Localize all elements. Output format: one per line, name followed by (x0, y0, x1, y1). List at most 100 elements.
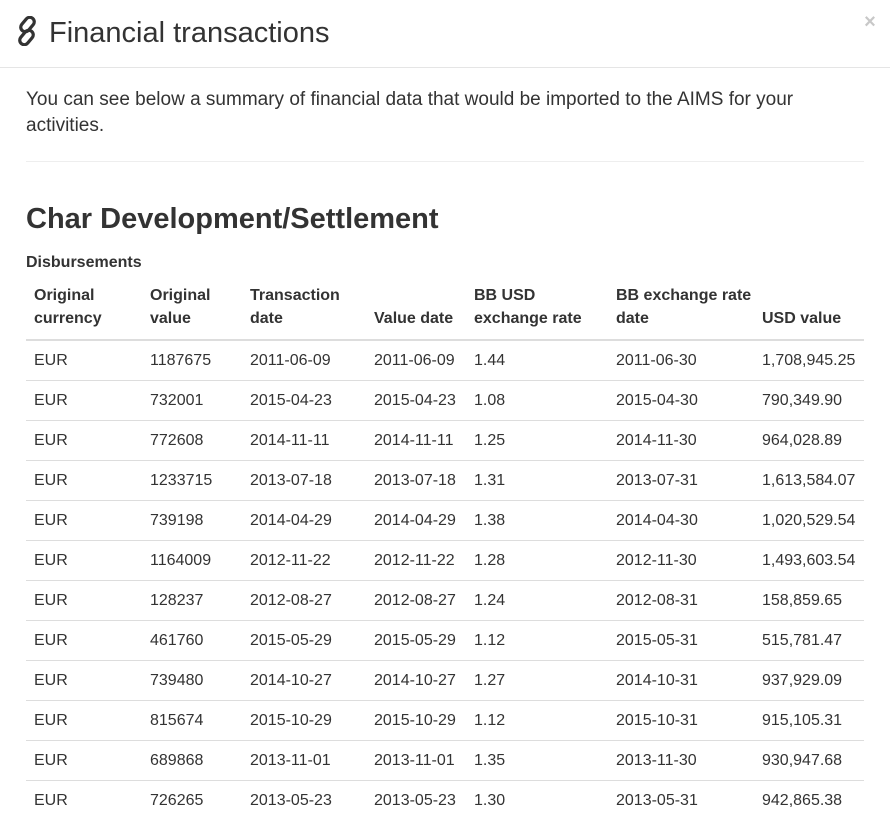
cell-transaction-date: 2015-05-29 (242, 620, 366, 661)
cell-original-currency: EUR (34, 352, 68, 369)
cell-value-date: 2014-04-29 (366, 500, 466, 541)
cell-bb-exchange-rate-date: 2013-07-31 (608, 460, 754, 501)
cell-usd-value: 1,020,529.54 (754, 500, 864, 541)
cell-transaction-date: 2012-08-27 (242, 580, 366, 621)
column-header-transaction-date: Transaction date (242, 281, 366, 341)
cell-bb-usd-exchange-rate: 1.25 (466, 420, 608, 461)
cell-value-date: 2013-05-23 (366, 780, 466, 820)
cell-bb-usd-exchange-rate: 1.12 (466, 620, 608, 661)
cell-original-value: 128237 (142, 580, 242, 621)
table-header: Original currency Original value Transac… (26, 281, 864, 341)
cell-original-currency: EUR (26, 500, 142, 541)
cell-bb-usd-exchange-rate: 1.12 (466, 700, 608, 741)
cell-original-currency: EUR (26, 620, 142, 661)
table-body: EUR 1187675 2011-06-09 2011-06-09 1.44 2011-0… (26, 340, 864, 820)
cell-original-currency: EUR (26, 580, 142, 621)
cell-original-currency: EUR (26, 380, 142, 421)
cell-bb-usd-exchange-rate: 1.35 (466, 740, 608, 781)
cell-original-currency: EUR (26, 460, 142, 501)
cell-original-value: 739480 (142, 660, 242, 701)
table-row: EUR 461760 2015-05-29 2015-05-29 1.12 2015-05… (26, 620, 864, 661)
cell-original-value: 732001 (142, 380, 242, 421)
cell-transaction-date: 2011-06-09 (250, 352, 331, 369)
cell-bb-exchange-rate-date: 2015-05-31 (608, 620, 754, 661)
table-row: EUR 1164009 2012-11-22 2012-11-22 1.28 2012-1… (26, 540, 864, 581)
cell-value-date: 2012-08-27 (366, 580, 466, 621)
table-row: EUR 815674 2015-10-29 2015-10-29 1.12 2015-10… (26, 700, 864, 741)
cell-usd-value: 915,105.31 (754, 700, 864, 741)
cell-bb-exchange-rate-date: 2013-11-30 (608, 740, 754, 781)
cell-original-currency: EUR (26, 700, 142, 741)
modal-body: You can see below a summary of financial… (0, 87, 890, 820)
cell-bb-usd-exchange-rate: 1.28 (466, 540, 608, 581)
cell-bb-usd-exchange-rate: 1.31 (466, 460, 608, 501)
cell-usd-value: 1,708,945.25 (762, 352, 856, 369)
cell-transaction-date: 2015-04-23 (242, 380, 366, 421)
cell-value-date: 2015-10-29 (366, 700, 466, 741)
column-header-usd-value: USD value (754, 281, 864, 341)
cell-usd-value: 942,865.38 (754, 780, 864, 820)
cell-value-date: 2012-11-22 (366, 540, 466, 581)
cell-usd-value: 937,929.09 (754, 660, 864, 701)
cell-bb-exchange-rate-date: 2014-10-31 (608, 660, 754, 701)
cell-original-currency: EUR (26, 660, 142, 701)
column-header-bb-usd-exchange-rate: BB USD exchange rate (466, 281, 608, 341)
cell-original-currency: EUR (26, 740, 142, 781)
cell-transaction-date: 2013-11-01 (242, 740, 366, 781)
cell-bb-exchange-rate-date: 2014-04-30 (608, 500, 754, 541)
table-row: EUR 1187675 2011-06-09 2011-06-09 1.44 2011-0… (26, 340, 864, 381)
cell-value-date: 2015-05-29 (366, 620, 466, 661)
cell-original-currency: EUR (26, 780, 142, 820)
cell-original-value: 689868 (142, 740, 242, 781)
cell-usd-value: 790,349.90 (754, 380, 864, 421)
cell-bb-usd-exchange-rate: 1.38 (466, 500, 608, 541)
cell-original-value: 772608 (142, 420, 242, 461)
cell-bb-exchange-rate-date: 2014-11-30 (608, 420, 754, 461)
cell-usd-value: 1,613,584.07 (754, 460, 864, 501)
close-button[interactable]: × (862, 12, 878, 32)
link-icon (18, 16, 36, 46)
cell-transaction-date: 2012-11-22 (242, 540, 366, 581)
column-header-value-date: Value date (366, 281, 466, 341)
cell-value-date: 2014-10-27 (366, 660, 466, 701)
table-row: EUR 689868 2013-11-01 2013-11-01 1.35 2013-11… (26, 740, 864, 781)
cell-bb-exchange-rate-date: 2012-08-31 (608, 580, 754, 621)
modal-header: Financial transactions × (0, 0, 890, 68)
project-title: Char Development/Settlement (26, 203, 439, 235)
cell-bb-exchange-rate-date: 2015-10-31 (608, 700, 754, 741)
column-header-bb-exchange-rate-date: BB exchange rate date (608, 281, 754, 341)
column-header-original-currency: Original currency (26, 281, 142, 341)
cell-original-value: 1233715 (142, 460, 242, 501)
table-header-row: Original currency Original value Transac… (26, 281, 864, 341)
cell-bb-usd-exchange-rate: 1.08 (466, 380, 608, 421)
financial-transactions-modal: Financial transactions × You can see bel… (0, 0, 890, 838)
cell-value-date: 2013-07-18 (366, 460, 466, 501)
column-header-original-value: Original value (142, 281, 242, 341)
table-row: EUR 772608 2014-11-11 2014-11-11 1.25 2014-11… (26, 420, 864, 461)
cell-original-value: 726265 (142, 780, 242, 820)
cell-bb-usd-exchange-rate: 1.24 (466, 580, 608, 621)
cell-bb-usd-exchange-rate: 1.44 (474, 352, 506, 369)
table-row: EUR 739198 2014-04-29 2014-04-29 1.38 2014-04… (26, 500, 864, 541)
cell-usd-value: 515,781.47 (754, 620, 864, 661)
cell-transaction-date: 2015-10-29 (242, 700, 366, 741)
table-row: EUR 739480 2014-10-27 2014-10-27 1.27 2014-10… (26, 660, 864, 701)
cell-transaction-date: 2014-04-29 (242, 500, 366, 541)
cell-value-date: 2011-06-09 (374, 352, 455, 369)
cell-usd-value: 1,493,603.54 (754, 540, 864, 581)
cell-original-value: 739198 (142, 500, 242, 541)
table-row: EUR 726265 2013-05-23 2013-05-23 1.30 2013-05… (26, 780, 864, 820)
cell-bb-usd-exchange-rate: 1.27 (466, 660, 608, 701)
table-row: EUR 1233715 2013-07-18 2013-07-18 1.31 2013-0… (26, 460, 864, 501)
cell-value-date: 2015-04-23 (366, 380, 466, 421)
cell-transaction-date: 2013-07-18 (242, 460, 366, 501)
table-row: EUR 128237 2012-08-27 2012-08-27 1.24 2012-08… (26, 580, 864, 621)
cell-bb-exchange-rate-date: 2011-06-30 (616, 352, 697, 369)
section-label-disbursements: Disbursements (26, 254, 142, 271)
cell-original-value: 461760 (142, 620, 242, 661)
cell-usd-value: 930,947.68 (754, 740, 864, 781)
cell-transaction-date: 2013-05-23 (242, 780, 366, 820)
cell-bb-exchange-rate-date: 2013-05-31 (608, 780, 754, 820)
cell-transaction-date: 2014-10-27 (242, 660, 366, 701)
cell-original-value: 815674 (142, 700, 242, 741)
